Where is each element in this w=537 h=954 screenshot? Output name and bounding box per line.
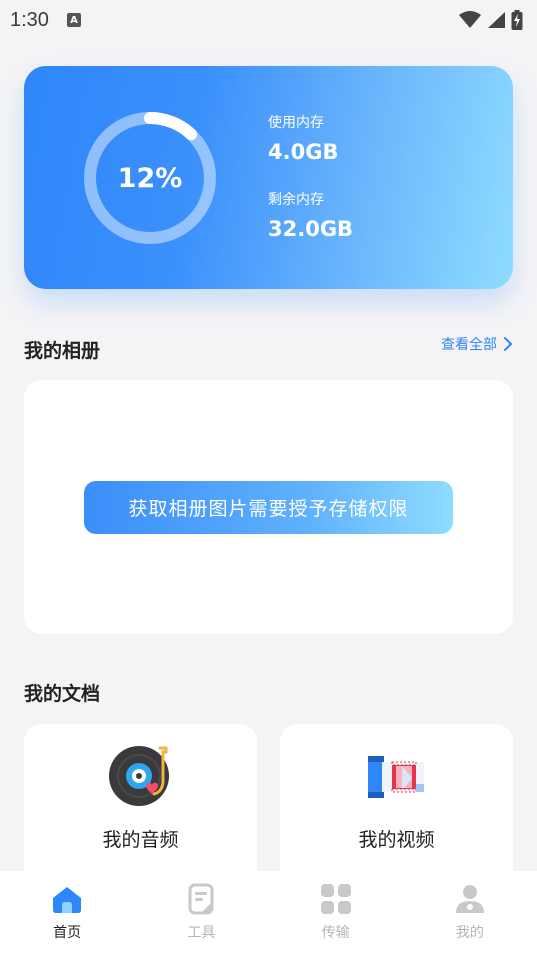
- grant-storage-permission-button[interactable]: 获取相册图片需要授予存储权限: [84, 481, 453, 534]
- home-icon: [53, 887, 82, 913]
- doc-card-audio[interactable]: 我的音频: [24, 724, 257, 884]
- nav-label-transfer: 传输: [321, 925, 350, 941]
- nav-item-profile[interactable]: 我的: [403, 871, 537, 954]
- vinyl-record-icon: [109, 746, 169, 806]
- free-memory-label: 剩余内存: [268, 192, 324, 208]
- nav-label-home: 首页: [53, 925, 82, 941]
- view-all-link[interactable]: 查看全部: [441, 334, 513, 354]
- album-card: 获取相册图片需要授予存储权限: [24, 380, 513, 634]
- signal-icon: [488, 12, 505, 28]
- grid-apps-icon: [320, 884, 351, 914]
- status-bar: 1:30 A: [0, 0, 537, 40]
- note-tool-icon: [188, 883, 214, 915]
- battery-charging-icon: [511, 10, 523, 30]
- doc-label-audio: 我的音频: [102, 829, 179, 851]
- status-time: 1:30: [10, 8, 49, 31]
- wifi-icon: [459, 11, 481, 28]
- nav-item-home[interactable]: 首页: [0, 871, 134, 954]
- nav-label-profile: 我的: [455, 925, 484, 941]
- storage-percent: 12%: [117, 162, 183, 194]
- documents-section-title: 我的文档: [24, 683, 101, 705]
- nav-item-transfer[interactable]: 传输: [269, 871, 403, 954]
- view-all-label: 查看全部: [441, 337, 497, 353]
- used-memory-label: 使用内存: [268, 115, 324, 131]
- nav-item-tools[interactable]: 工具: [134, 871, 268, 954]
- chevron-right-icon: [504, 337, 512, 351]
- notification-a-icon: A: [66, 13, 81, 27]
- free-memory-value: 32.0GB: [268, 217, 354, 241]
- nav-label-tools: 工具: [187, 925, 216, 941]
- doc-label-video: 我的视频: [358, 829, 435, 851]
- album-section-title: 我的相册: [24, 340, 101, 362]
- storage-card: 12% 使用内存 4.0GB 剩余内存 32.0GB: [24, 66, 513, 289]
- app-screen: 1:30 A 12% 使用内存 4.0GB 剩余内存 32.0GB 我的相册 查…: [0, 0, 537, 954]
- bottom-nav: 首页 工具 传输 我的: [0, 871, 537, 954]
- status-icons: [459, 10, 523, 30]
- doc-card-video[interactable]: 我的视频: [280, 724, 513, 884]
- user-icon: [455, 885, 484, 913]
- used-memory-value: 4.0GB: [268, 140, 339, 164]
- film-reel-icon: [368, 756, 424, 798]
